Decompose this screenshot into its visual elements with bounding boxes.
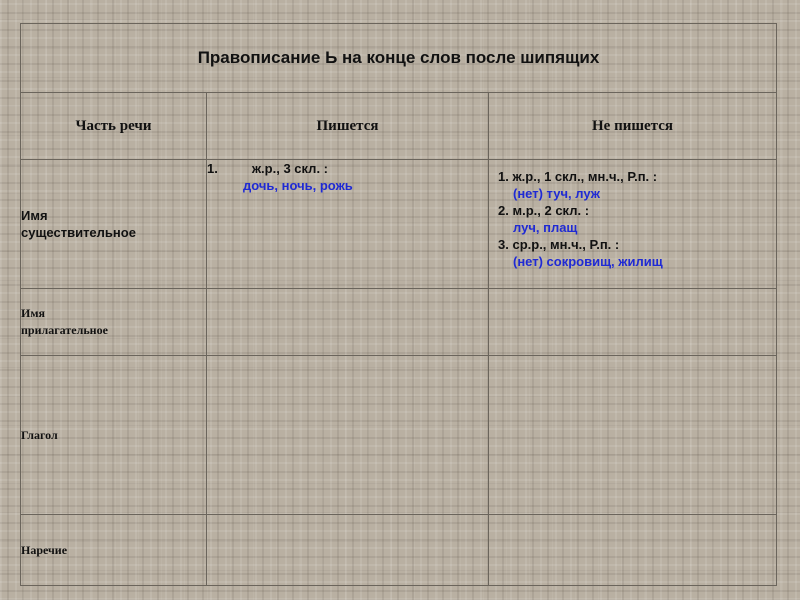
rule-example: (нет) туч, луж: [513, 186, 600, 201]
table-row: Имя существительное 1. ж.р., 3 скл. : доч…: [20, 159, 778, 289]
row-label-verb: Глагол: [20, 355, 207, 515]
adjective-not-written-cell: [487, 288, 778, 356]
adverb-written-cell: [206, 514, 489, 586]
noun-written-cell: 1. ж.р., 3 скл. : дочь, ночь, рожь: [206, 159, 489, 289]
header-part-of-speech: Часть речи: [20, 92, 207, 160]
list-number: 3.: [498, 237, 509, 252]
rule-text: ср.р., мн.ч., Р.п. :: [512, 237, 620, 252]
row-label-adjective: Имя прилагательное: [20, 288, 207, 356]
list-item: 3. ср.р., мн.ч., Р.п. :: [498, 236, 776, 253]
row-label-line: Глагол: [21, 427, 58, 442]
rule-text: ж.р., 3 скл. :: [251, 161, 328, 176]
noun-not-written-cell: 1. ж.р., 1 скл., мн.ч., Р.п. : (нет) туч…: [487, 159, 778, 289]
written-rule: 1. ж.р., 3 скл. :: [207, 160, 488, 177]
list-item: 1. ж.р., 1 скл., мн.ч., Р.п. :: [498, 168, 776, 185]
table-title: Правописание Ь на конце слов после шипящ…: [19, 23, 778, 93]
rule-text: м.р., 2 скл. :: [512, 203, 590, 218]
spelling-rules-table: Правописание Ь на конце слов после шипящ…: [19, 23, 778, 586]
header-written: Пишется: [206, 92, 489, 160]
rule-text: ж.р., 1 скл., мн.ч., Р.п. :: [512, 169, 658, 184]
adverb-not-written-cell: [487, 514, 778, 586]
verb-not-written-cell: [487, 355, 778, 515]
verb-written-cell: [206, 355, 489, 515]
row-label-adverb: Наречие: [20, 514, 207, 586]
table-row: Глагол: [20, 355, 778, 515]
table-row: Имя прилагательное: [20, 288, 778, 356]
row-label-noun: Имя существительное: [20, 159, 207, 289]
list-number: 2.: [498, 203, 509, 218]
row-label-line: существительное: [21, 225, 136, 240]
row-label-line: Наречие: [21, 542, 68, 557]
list-number: 1.: [207, 161, 218, 176]
rule-example: дочь, ночь, рожь: [243, 178, 353, 193]
header-not-written: Не пишется: [487, 92, 778, 160]
list-item: 2. м.р., 2 скл. :: [498, 202, 776, 219]
adjective-written-cell: [206, 288, 489, 356]
table-row: Наречие: [20, 514, 778, 586]
row-label-line: Имя: [21, 306, 45, 320]
list-number: 1.: [498, 169, 509, 184]
rule-example: луч, плащ: [513, 220, 578, 235]
rule-example: (нет) сокровищ, жилищ: [513, 254, 663, 269]
row-label-line: Имя: [21, 208, 48, 223]
row-label-line: прилагательное: [21, 323, 108, 337]
